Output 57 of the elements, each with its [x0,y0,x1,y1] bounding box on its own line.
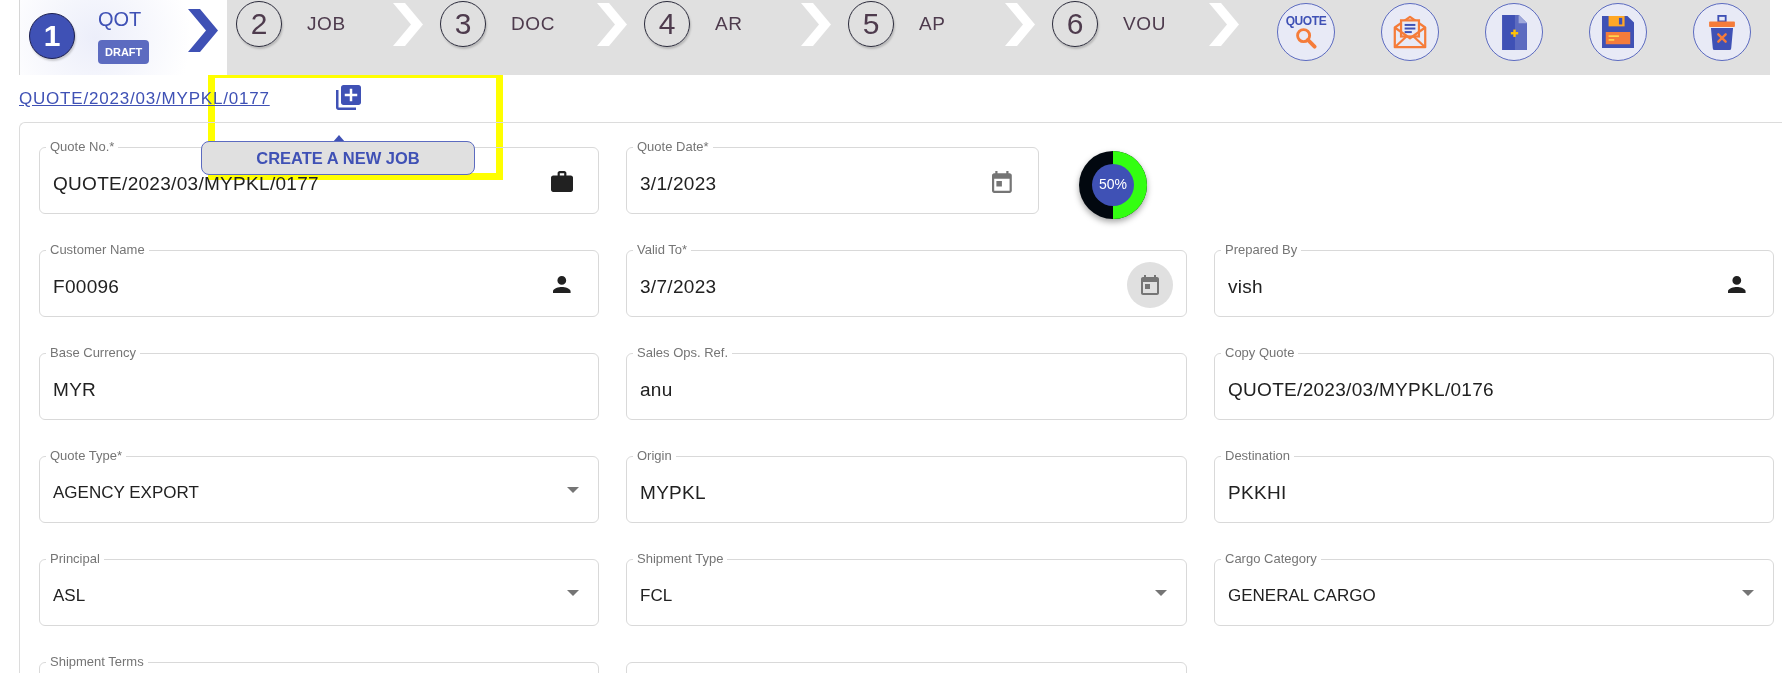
field-label: Principal [49,551,101,567]
dropdown-caret-icon[interactable] [567,486,579,493]
field-label: Copy Quote [1224,345,1296,361]
chevron-icon [393,3,423,46]
field-label: Sales Ops. Ref. [636,345,730,361]
step-number[interactable]: 1 [29,12,75,59]
dropdown-field[interactable]: Cargo Category GENERAL CARGO [1214,551,1774,626]
text-field[interactable]: Origin MYPKL [626,448,1187,523]
date-field[interactable]: Quote Date* 3/1/2023 [626,139,1039,214]
text-field[interactable]: Destination PKKHI [1214,448,1774,523]
chevron-icon [597,3,627,46]
step-label: JOB [307,13,346,35]
dropdown-caret-icon[interactable] [1742,589,1754,596]
step-label: QOT [98,8,142,30]
dropdown-field[interactable]: Quote Type* AGENCY EXPORT [39,448,599,523]
magnifier-icon [1295,27,1317,49]
envelope-icon [1393,15,1427,49]
field-label: Customer Name [49,242,146,258]
step-label: AP [919,13,946,35]
calendar-icon[interactable] [1127,261,1173,308]
text-field[interactable]: Customer Name F00096 [39,242,599,317]
field-label: Quote Date* [636,139,710,155]
field-label: Shipment Type [636,551,725,567]
progress-label: 50% [1092,163,1134,206]
trash-can-icon [1709,14,1735,50]
field-label: Cargo Category [1224,551,1318,567]
status-badge: DRAFT [98,40,150,64]
field-label: Valid To* [636,242,689,258]
chevron-icon [1005,3,1035,46]
date-field[interactable]: Valid To* 3/7/2023 [626,242,1187,317]
step-label: DOC [511,13,556,35]
document-plus-icon [1501,14,1527,50]
chevron-icon [801,3,831,46]
text-field[interactable]: Base Currency MYR [39,345,599,420]
dropdown-caret-icon[interactable] [1155,589,1167,596]
calendar-icon[interactable] [992,170,1012,193]
text-field[interactable]: Prepared By vish [1214,242,1774,317]
chevron-icon [188,9,218,52]
text-field[interactable]: Sales Ops. Ref. anu [626,345,1187,420]
text-field[interactable]: Shipment Terms [39,654,599,673]
dropdown-field[interactable]: Shipment Type FCL [626,551,1187,626]
field-label: Destination [1224,448,1292,464]
add-copy-icon[interactable] [335,85,361,110]
field-label: Origin [636,448,673,464]
field-label: Base Currency [49,345,137,361]
field-label: Quote Type* [49,448,124,464]
dropdown-caret-icon[interactable] [567,589,579,596]
field-label: Shipment Terms [49,654,145,670]
quote-search-button[interactable]: QUOTE [1277,3,1335,61]
chevron-icon [1209,3,1239,46]
text-field[interactable]: Copy Quote QUOTE/2023/03/MYPKL/0176 [1214,345,1774,420]
tooltip: CREATE A NEW JOB [201,141,475,175]
field-label: Quote No.* [49,139,116,155]
step-label: VOU [1123,13,1166,35]
dropdown-field[interactable]: Principal ASL [39,551,599,626]
step-label: AR [715,13,743,35]
field-label: Prepared By [1224,242,1299,258]
